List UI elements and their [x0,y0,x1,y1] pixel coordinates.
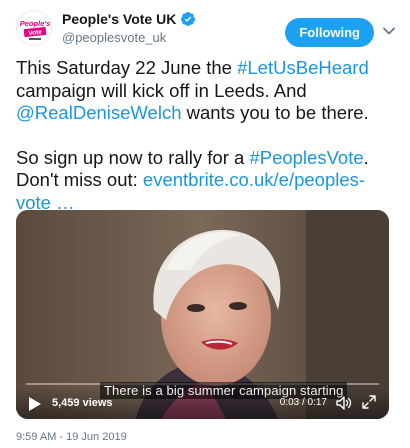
svg-text:People's: People's [20,19,51,28]
hashtag-link[interactable]: #PeoplesVote [249,147,363,168]
svg-text:Vote: Vote [28,29,43,37]
tweet-text-span: . [363,146,369,168]
mention-link[interactable]: @RealDeniseWelch [16,102,181,123]
tweet-line: This Saturday 22 June the #LetUsBeHeard [16,57,396,80]
tweet-line: Don't miss out: eventbrite.co.uk/e/peopl… [16,169,396,192]
tweet-text-span: So sign up now to rally for a [16,146,250,168]
tweet-line: campaign will kick off in Leeds. And [16,79,307,101]
user-info: People's Vote UK @peoplesvote_uk [62,11,196,45]
tweet-text-span: wants you to be there. [181,102,369,123]
hashtag-link[interactable]: #LetUsBeHeard [237,57,369,78]
following-button[interactable]: Following [285,18,374,47]
tweet-text-span: This Saturday 22 June the [16,57,238,78]
fullscreen-icon[interactable] [361,394,377,410]
video-timecode: 0:03 / 0:17 [279,397,327,408]
tweet-text-span: Don't miss out: [16,169,143,190]
tweet-text: This Saturday 22 June the #LetUsBeHeard … [16,57,396,214]
chevron-down-icon[interactable] [382,24,396,38]
view-count: 5,459 views [52,397,113,409]
avatar[interactable]: People's Vote [16,10,52,46]
play-icon[interactable] [28,396,42,412]
volume-icon[interactable] [335,394,353,412]
tweet-line: So sign up now to rally for a #PeoplesVo… [16,147,396,170]
user-handle[interactable]: @peoplesvote_uk [62,30,196,45]
video-controls: 5,459 views 0:03 / 0:17 [16,387,389,419]
tweet-timestamp[interactable]: 9:59 AM - 19 Jun 2019 [16,431,127,443]
video-player[interactable]: There is a big summer campaign starting … [16,210,389,419]
display-name[interactable]: People's Vote UK [62,11,176,27]
verified-badge-icon [181,12,196,26]
tweet-header: People's Vote People's Vote UK @peoplesv… [16,10,396,50]
peoples-vote-logo-icon: People's Vote [17,11,51,45]
url-link[interactable]: eventbrite.co.uk/e/peoples- [143,169,365,190]
tweet-line: @RealDeniseWelch wants you to be there. [16,102,396,125]
